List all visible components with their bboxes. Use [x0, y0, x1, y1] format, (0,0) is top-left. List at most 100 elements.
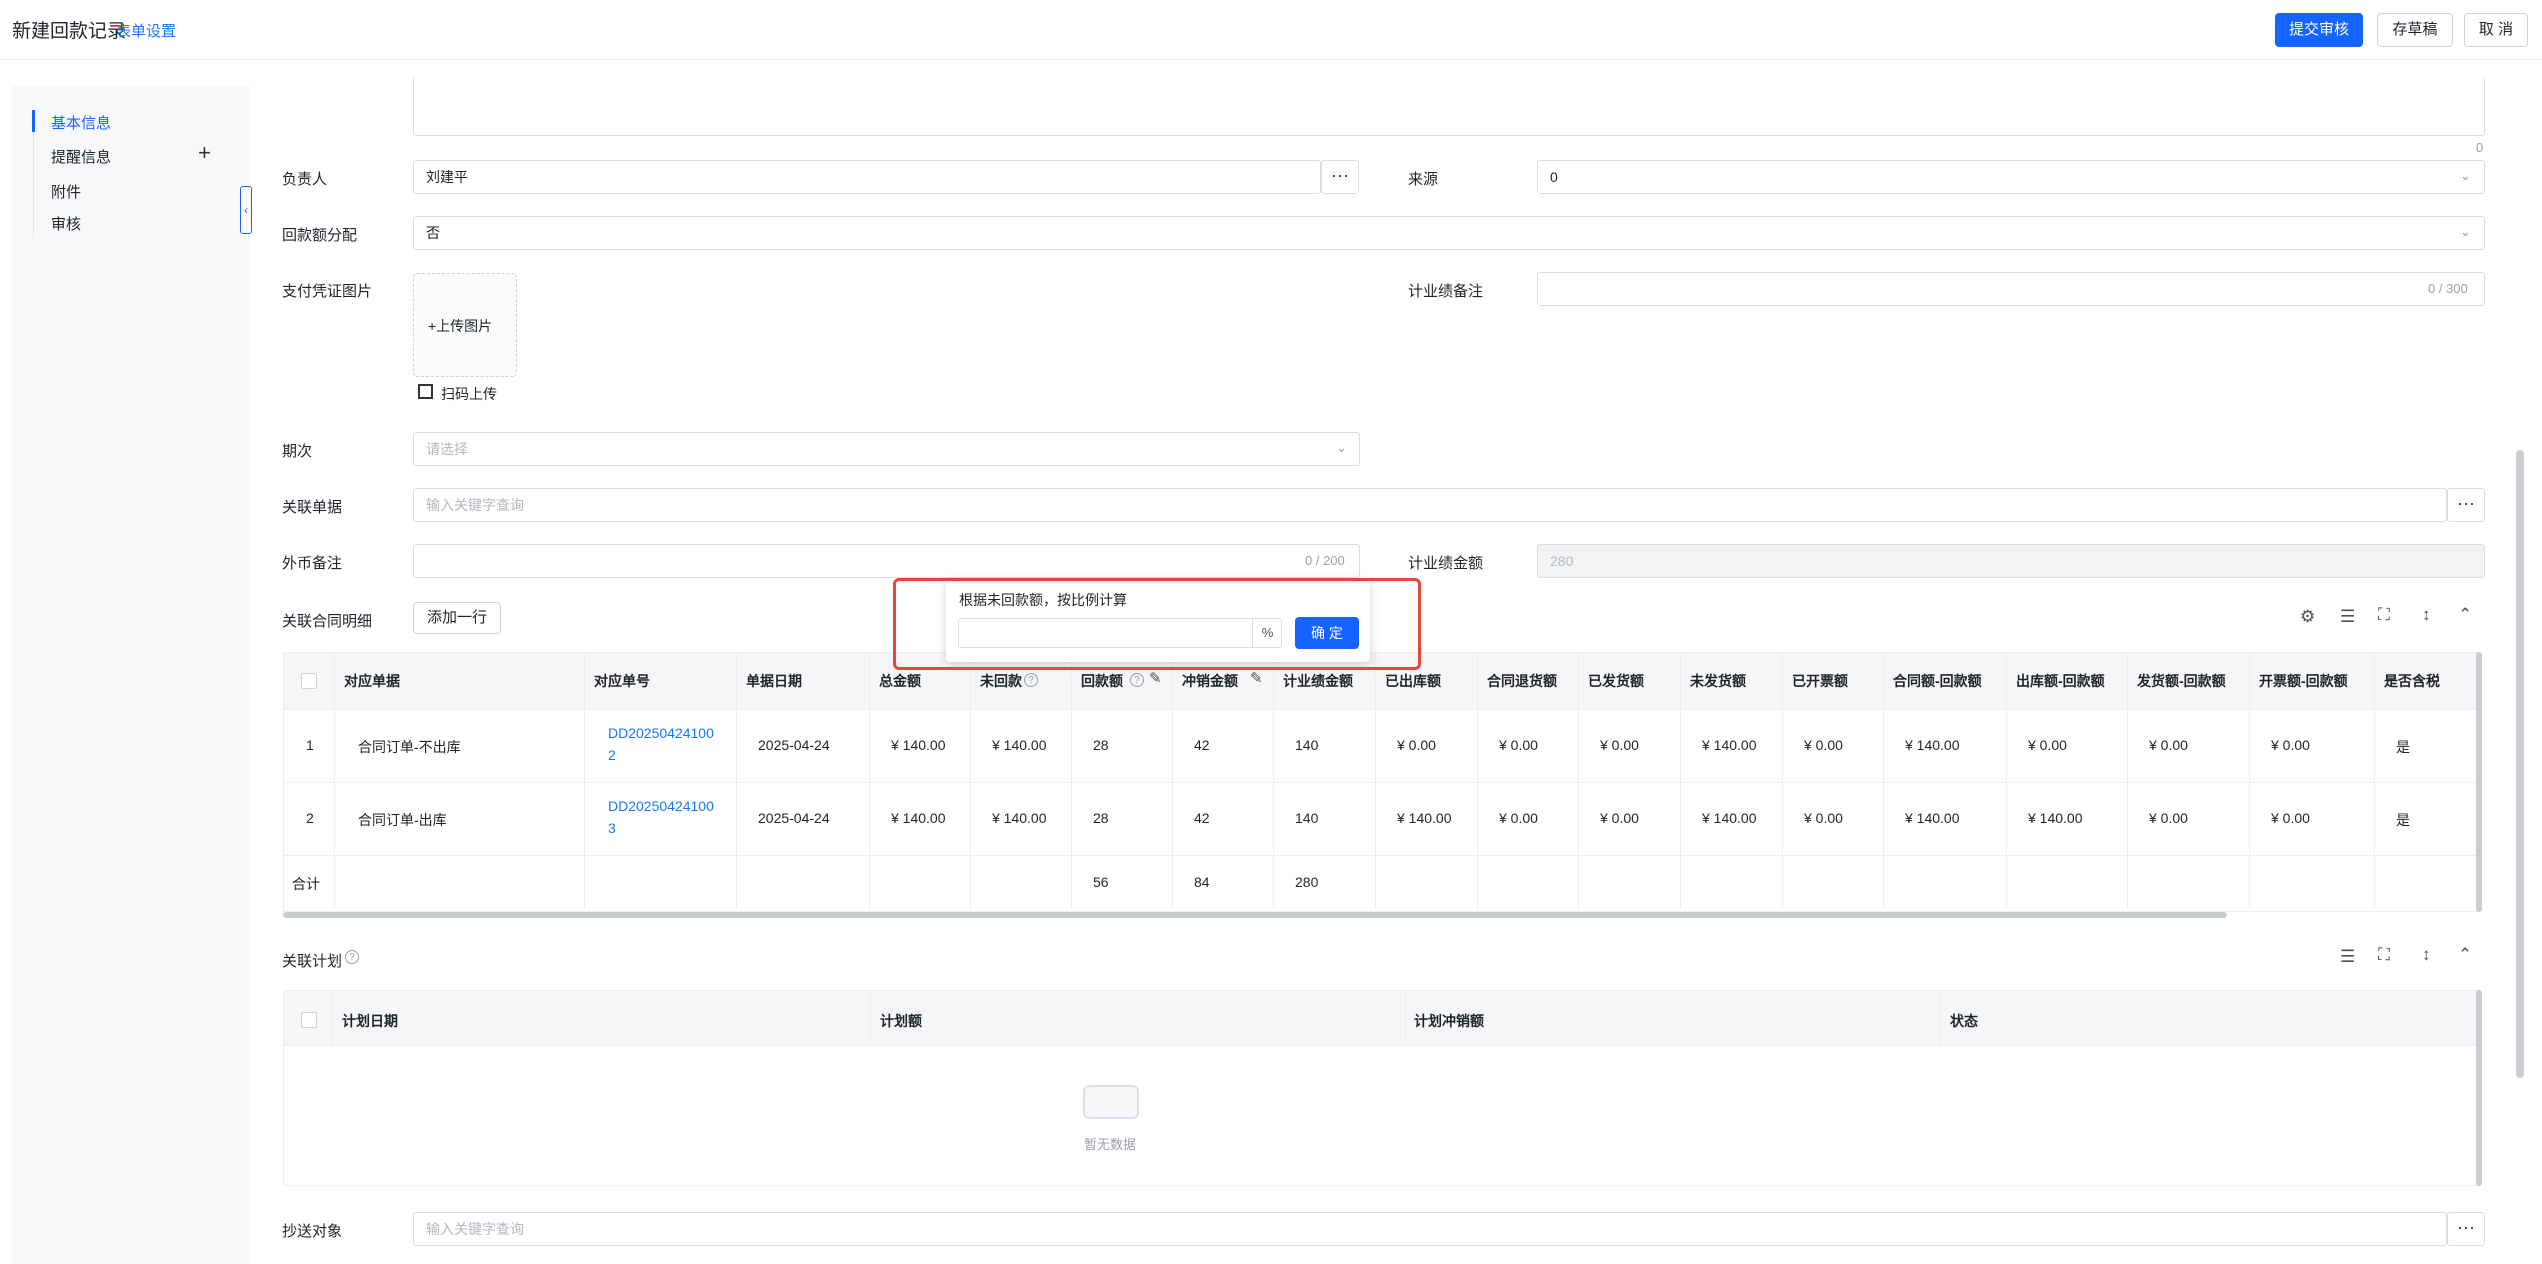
cell-unpaid: ¥ 140.00 [992, 737, 1047, 753]
cell-returned: ¥ 0.00 [1499, 737, 1538, 753]
col-divider [1578, 653, 1579, 909]
cc-picker-button[interactable]: ··· [2447, 1212, 2485, 1246]
cell-deliver_minus: ¥ 0.00 [2149, 737, 2188, 753]
empty-inbox-icon [1083, 1085, 1139, 1119]
expand-vertical-icon[interactable]: ↕ [2422, 605, 2431, 625]
chevron-up-icon[interactable]: ⌃ [2458, 605, 2472, 625]
fx-note-label: 外币备注 [282, 555, 343, 572]
fullscreen-icon[interactable]: ⛶ [2378, 945, 2390, 965]
cc-input[interactable]: 输入关键字查询 [413, 1212, 2447, 1246]
order-number-link-cont[interactable]: 3 [608, 820, 616, 836]
form-settings-link[interactable]: 表单设置 [116, 20, 176, 41]
source-select[interactable]: 0 [1537, 160, 2485, 194]
remark-textarea[interactable] [413, 78, 2485, 136]
edit-icon[interactable]: ✎ [1149, 669, 1162, 687]
col-divider [2006, 653, 2007, 909]
help-icon[interactable]: ? [1024, 673, 1038, 687]
owner-picker-button[interactable]: ··· [1321, 160, 1359, 194]
help-icon[interactable]: ? [345, 950, 359, 964]
row-height-icon[interactable]: ☰ [2340, 947, 2355, 967]
empty-text: 暂无数据 [1084, 1137, 1137, 1152]
cell-invoiced: ¥ 0.00 [1804, 810, 1843, 826]
order-number-link[interactable]: DD20250424100 [608, 798, 714, 814]
submit-review-button[interactable]: 提交审核 [2275, 13, 2363, 47]
cell-invoice_minus: ¥ 0.00 [2271, 810, 2310, 826]
chevron-down-icon: ⌄ [2460, 168, 2471, 183]
col-header-2: 对应单号 [594, 673, 650, 689]
page-scrollbar[interactable] [2516, 450, 2524, 1078]
nav-item-review[interactable]: 审核 [51, 213, 81, 234]
perf-note-input[interactable] [1537, 272, 2485, 306]
cell-tax: 是 [2396, 739, 2410, 755]
expand-vertical-icon[interactable]: ↕ [2422, 945, 2431, 965]
owner-input[interactable]: 刘建平 [413, 160, 1321, 194]
save-draft-button[interactable]: 存草稿 [2377, 13, 2453, 47]
proof-image-label: 支付凭证图片 [282, 283, 373, 300]
cell-contract_minus: ¥ 140.00 [1905, 810, 1960, 826]
edit-icon[interactable]: ✎ [1250, 669, 1263, 687]
col-header-7: 冲销金额 [1182, 673, 1238, 689]
cc-label: 抄送对象 [282, 1223, 343, 1240]
page-title: 新建回款记录 [12, 21, 127, 42]
settings-icon[interactable]: ⚙ [2300, 607, 2315, 627]
col-divider [1172, 653, 1173, 909]
col-header-6: 回款额 [1081, 673, 1123, 689]
col-divider [1375, 653, 1376, 909]
col-header-16: 发货额-回款额 [2137, 673, 2226, 689]
nav-item-reminder-info[interactable]: 提醒信息 [51, 146, 111, 167]
help-icon[interactable]: ? [1130, 673, 1144, 687]
chevron-down-icon: ⌄ [2460, 224, 2471, 239]
cell-invoice_minus: ¥ 0.00 [2271, 737, 2310, 753]
chevron-left-icon: ‹ [244, 203, 248, 217]
cell-returned: ¥ 0.00 [1499, 810, 1538, 826]
cell-undelivered: ¥ 140.00 [1702, 737, 1757, 753]
allocation-label: 回款额分配 [282, 227, 358, 244]
related-doc-picker-button[interactable]: ··· [2447, 488, 2485, 522]
allocation-select[interactable]: 否 [413, 216, 2485, 250]
add-reminder-icon[interactable]: + [198, 140, 211, 166]
table-vertical-scrollbar[interactable] [2476, 652, 2482, 912]
scan-upload-link[interactable]: 扫码上传 [441, 384, 497, 404]
period-select[interactable]: 请选择 [413, 432, 1360, 466]
collapse-panel-button[interactable]: ‹ [240, 186, 252, 234]
plan-select-all-checkbox[interactable] [301, 1012, 317, 1028]
cell-contract_minus: ¥ 140.00 [1905, 737, 1960, 753]
perf-amount-label: 计业绩金额 [1408, 555, 1484, 572]
upload-image-label: +上传图片 [428, 318, 493, 334]
add-row-button[interactable]: 添加一行 [413, 602, 501, 634]
col-header-14: 合同额-回款额 [1893, 673, 1982, 689]
cell-doc: 合同订单-出库 [358, 812, 447, 828]
chevron-up-icon[interactable]: ⌃ [2458, 945, 2472, 965]
col-header-5: 未回款 [980, 673, 1022, 689]
cancel-button[interactable]: 取 消 [2464, 13, 2528, 47]
nav-item-attachment[interactable]: 附件 [51, 181, 81, 202]
plan-table-body [283, 1046, 2478, 1186]
cell-paid: 28 [1093, 810, 1109, 826]
col-header-11: 已发货额 [1588, 673, 1644, 689]
table-horizontal-scrollbar[interactable] [283, 912, 2227, 918]
cell-paid: 28 [1093, 737, 1109, 753]
fullscreen-icon[interactable]: ⛶ [2378, 605, 2390, 625]
col-divider [1477, 653, 1478, 909]
cell-deliver_minus: ¥ 0.00 [2149, 810, 2188, 826]
select-all-checkbox[interactable] [301, 673, 317, 689]
cell-tax: 是 [2396, 812, 2410, 828]
plan-table-header [283, 990, 2478, 1046]
col-divider [2374, 653, 2375, 909]
cell-out_minus: ¥ 0.00 [2028, 737, 2067, 753]
allocation-value: 否 [426, 225, 440, 241]
col-divider [1883, 653, 1884, 909]
fx-note-input[interactable] [413, 544, 1360, 578]
plan-table-scrollbar[interactable] [2476, 990, 2482, 1186]
order-number-link[interactable]: DD20250424100 [608, 725, 714, 741]
contract-section-title: 关联合同明细 [282, 613, 373, 630]
perf-amount-input: 280 [1537, 544, 2485, 578]
related-doc-input[interactable]: 输入关键字查询 [413, 488, 2447, 522]
cell-writeoff: 42 [1194, 737, 1210, 753]
order-number-link-cont[interactable]: 2 [608, 747, 616, 763]
row-height-icon[interactable]: ☰ [2340, 607, 2355, 627]
col-divider [970, 653, 971, 909]
source-value: 0 [1550, 169, 1558, 185]
col-divider [584, 653, 585, 909]
nav-item-basic-info[interactable]: 基本信息 [51, 112, 111, 133]
